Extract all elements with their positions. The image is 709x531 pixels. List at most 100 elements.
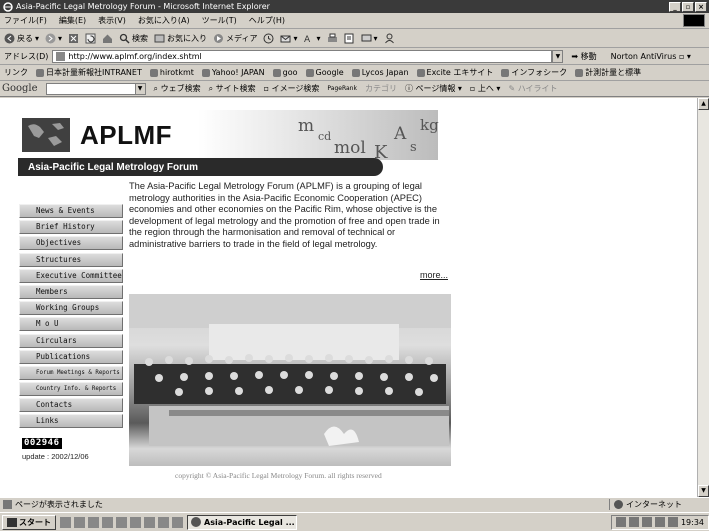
size-button[interactable]: A ▾ (304, 33, 321, 45)
tray-icon[interactable] (667, 517, 678, 527)
pagerank-indicator: PageRank (327, 85, 357, 92)
page-content: APLMF m kg A cd mol s K Asia-Pacific Leg… (0, 98, 697, 497)
nav-structures[interactable]: Structures (19, 252, 123, 267)
mail-button[interactable]: ▾ (280, 33, 298, 44)
link-measurement[interactable]: 計測計量と標準 (575, 67, 641, 78)
scroll-down-arrow-icon[interactable]: ▼ (698, 485, 709, 497)
mail-icon (280, 33, 291, 44)
tray-icon[interactable] (654, 517, 665, 527)
web-search-button[interactable]: ⌕ ウェブ検索 (154, 83, 201, 94)
nav-country-info[interactable]: Country Info. & Reports (19, 382, 123, 397)
google-search-input[interactable]: ▼ (45, 82, 146, 95)
link-hirotkmt[interactable]: hirotkmt (150, 68, 194, 77)
link-google[interactable]: Google (306, 68, 344, 77)
maximize-button[interactable]: ▫ (682, 1, 694, 12)
side-navigation: News & Events Brief History Objectives S… (19, 204, 123, 431)
minimize-button[interactable]: _ (669, 1, 681, 12)
stop-button[interactable] (68, 33, 79, 44)
nav-members[interactable]: Members (19, 284, 123, 299)
image-search-button[interactable]: ▫ イメージ検索 (264, 83, 320, 94)
refresh-button[interactable] (85, 33, 96, 44)
quick-launch-icon[interactable] (172, 516, 183, 528)
close-button[interactable]: × (695, 1, 707, 12)
back-button[interactable]: 戻る ▾ (4, 33, 39, 44)
address-url: http://www.aplmf.org/index.shtml (68, 52, 202, 61)
nav-mou[interactable]: M o U (19, 317, 123, 332)
quick-launch-icon[interactable] (144, 516, 155, 528)
scroll-up-arrow-icon[interactable]: ▲ (698, 98, 709, 110)
quick-launch-icon[interactable] (102, 516, 113, 528)
nav-news-events[interactable]: News & Events (19, 204, 123, 218)
discuss-icon (361, 33, 372, 44)
menu-tools[interactable]: ツール(T) (202, 15, 237, 26)
address-input[interactable]: http://www.aplmf.org/index.shtml (52, 50, 553, 63)
update-date: update : 2002/12/06 (22, 452, 89, 461)
site-search-button[interactable]: ⌕ サイト検索 (209, 83, 256, 94)
favorites-button[interactable]: お気に入り (154, 33, 207, 44)
google-logo[interactable]: Google (2, 83, 38, 94)
menu-view[interactable]: 表示(V) (98, 15, 126, 26)
messenger-button[interactable] (384, 33, 395, 44)
quick-launch-icon[interactable] (74, 516, 85, 528)
menu-help[interactable]: ヘルプ(H) (249, 15, 285, 26)
nav-objectives[interactable]: Objectives (19, 236, 123, 251)
link-lycos[interactable]: Lycos Japan (352, 68, 409, 77)
vertical-scrollbar[interactable]: ▲ ▼ (697, 98, 709, 497)
page-info-button[interactable]: ⓘ ページ情報 ▾ (405, 83, 462, 94)
home-button[interactable] (102, 33, 113, 44)
site-logo[interactable]: APLMF (80, 120, 172, 151)
tray-icon[interactable] (628, 517, 639, 527)
quick-launch-icon[interactable] (60, 516, 71, 528)
forward-button[interactable]: ▾ (45, 33, 62, 44)
up-button[interactable]: ▫ 上へ ▾ (470, 83, 501, 94)
edit-button[interactable] (344, 33, 355, 44)
nav-contacts[interactable]: Contacts (19, 398, 123, 413)
address-bar: アドレス(D) http://www.aplmf.org/index.shtml… (0, 49, 709, 65)
media-button[interactable]: メディア (213, 33, 257, 44)
status-text: ページが表示されました (15, 500, 103, 509)
nav-executive-committee[interactable]: Executive Committee (19, 268, 123, 283)
link-yahoo[interactable]: Yahoo! JAPAN (202, 68, 265, 77)
nav-circulars[interactable]: Circulars (19, 333, 123, 348)
category-button[interactable]: カテゴリ (365, 83, 397, 94)
edit-page-icon (344, 33, 355, 44)
search-button[interactable]: 検索 (119, 33, 148, 44)
ie-task-icon (191, 517, 201, 527)
task-ie-window[interactable]: Asia-Pacific Legal ... (187, 514, 297, 530)
more-link[interactable]: more... (420, 270, 448, 280)
history-button[interactable] (263, 33, 274, 44)
menu-edit[interactable]: 編集(E) (59, 15, 86, 26)
text-size-icon: A (304, 33, 315, 45)
tray-icon[interactable] (615, 517, 626, 527)
address-dropdown[interactable]: ▼ (552, 50, 564, 63)
address-label: アドレス(D) (4, 52, 49, 61)
link-goo[interactable]: goo (273, 68, 298, 77)
link-infoseek[interactable]: インフォシーク (501, 67, 567, 78)
nav-forum-meetings[interactable]: Forum Meetings & Reports (19, 365, 123, 380)
menu-favorites[interactable]: お気に入り(A) (138, 15, 190, 26)
norton-antivirus-button[interactable]: Norton AntiVirus ▫ ▾ (611, 52, 691, 61)
menu-file[interactable]: ファイル(F) (4, 15, 47, 26)
quick-launch-icon[interactable] (158, 516, 169, 528)
print-button[interactable] (327, 33, 338, 44)
quick-launch-icon[interactable] (88, 516, 99, 528)
quick-launch-icon[interactable] (116, 516, 127, 528)
print-icon (327, 33, 338, 44)
tray-icon[interactable] (641, 517, 652, 527)
highlight-button[interactable]: ✎ ハイライト (508, 83, 557, 94)
start-button[interactable]: スタート (2, 514, 56, 530)
nav-working-groups[interactable]: Working Groups (19, 301, 123, 316)
link-excite[interactable]: Excite エキサイト (417, 67, 494, 78)
nav-brief-history[interactable]: Brief History (19, 220, 123, 235)
discuss-button[interactable]: ▾ (361, 33, 378, 44)
link-intranet[interactable]: 日本計量新報社INTRANET (36, 67, 142, 78)
nav-links[interactable]: Links (19, 414, 123, 429)
google-dropdown[interactable]: ▼ (134, 83, 145, 94)
internet-zone-icon (614, 500, 623, 509)
nav-publications[interactable]: Publications (19, 349, 123, 364)
quick-launch-icon[interactable] (130, 516, 141, 528)
go-button[interactable]: ➡ 移動 (571, 51, 596, 62)
search-icon (119, 33, 130, 44)
zone-text: インターネット (626, 500, 682, 509)
ie-icon (3, 1, 13, 12)
